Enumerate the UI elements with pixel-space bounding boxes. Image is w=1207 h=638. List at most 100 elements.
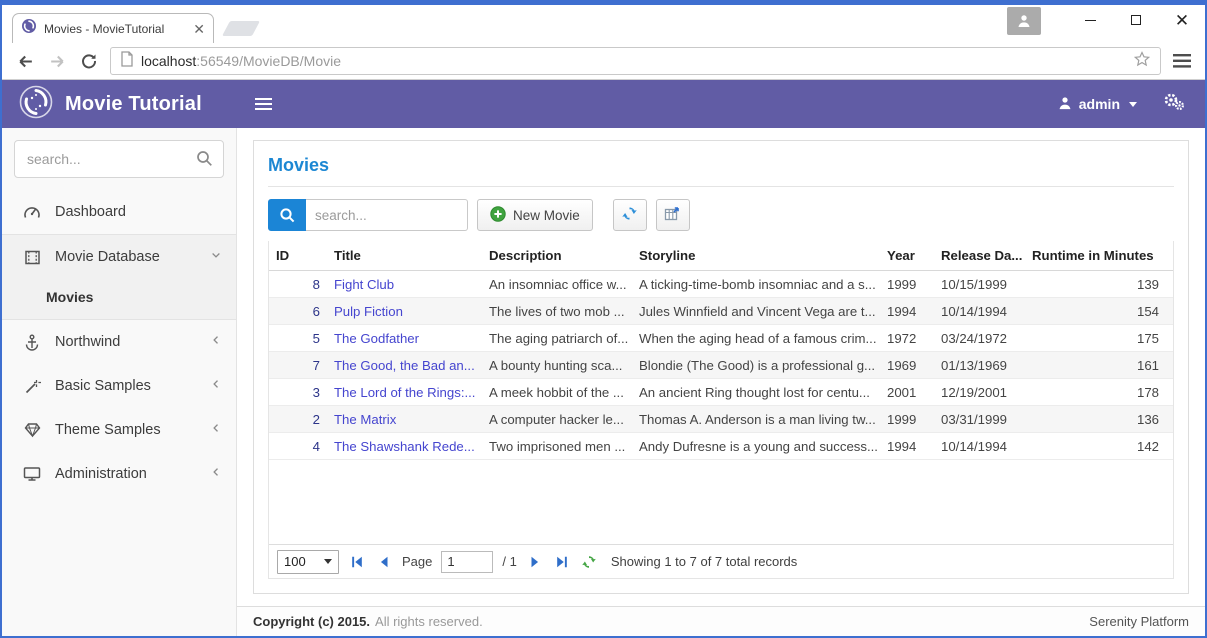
search-icon: [196, 150, 213, 172]
cell-runtime: 175: [1022, 331, 1173, 346]
column-header-storyline[interactable]: Storyline: [632, 248, 880, 263]
sidebar-item-theme-samples[interactable]: Theme Samples: [2, 408, 236, 452]
sidebar-item-movie-database[interactable]: Movie Database: [2, 235, 236, 279]
user-icon: [1058, 96, 1072, 113]
settings-gears-icon[interactable]: [1163, 92, 1185, 116]
sidebar-item-dashboard[interactable]: Dashboard: [2, 190, 236, 234]
table-row: 3 The Lord of the Rings:... A meek hobbi…: [269, 379, 1173, 406]
tab-title: Movies - MovieTutorial: [44, 22, 186, 36]
cell-id[interactable]: 3: [269, 385, 327, 400]
column-picker-button[interactable]: [656, 199, 690, 231]
column-picker-icon: [664, 205, 681, 225]
cell-id[interactable]: 8: [269, 277, 327, 292]
url-path: :56549/MovieDB/Movie: [196, 53, 341, 69]
cell-id[interactable]: 4: [269, 439, 327, 454]
cell-runtime: 161: [1022, 358, 1173, 373]
cell-storyline: Jules Winnfield and Vincent Vega are t..…: [632, 304, 880, 319]
movies-panel: Movies New Movi: [253, 140, 1189, 594]
cell-id[interactable]: 5: [269, 331, 327, 346]
browser-window: Movies - MovieTutorial ✕ ✕ localhost: [0, 0, 1207, 638]
browser-tab[interactable]: Movies - MovieTutorial ✕: [12, 13, 214, 43]
table-row: 2 The Matrix A computer hacker le... Tho…: [269, 406, 1173, 433]
cell-storyline: Andy Dufresne is a young and success...: [632, 439, 880, 454]
title-divider: [268, 186, 1174, 187]
sidebar-group-movie-database: Movie Database Movies: [2, 234, 236, 320]
profile-avatar[interactable]: [1007, 7, 1041, 35]
cell-title[interactable]: The Matrix: [327, 412, 482, 427]
column-header-year[interactable]: Year: [880, 248, 934, 263]
cell-release-date: 03/24/1972: [934, 331, 1022, 346]
back-icon[interactable]: [14, 50, 36, 72]
cell-title[interactable]: The Shawshank Rede...: [327, 439, 482, 454]
address-bar[interactable]: localhost:56549/MovieDB/Movie: [110, 47, 1161, 75]
user-menu[interactable]: admin: [1058, 96, 1137, 113]
cell-runtime: 178: [1022, 385, 1173, 400]
cell-description: Two imprisoned men ...: [482, 439, 632, 454]
column-header-id[interactable]: ID: [269, 248, 327, 263]
first-page-icon[interactable]: [348, 553, 366, 571]
bookmark-star-icon[interactable]: [1133, 50, 1151, 73]
sidebar-search-input[interactable]: [14, 140, 224, 178]
tab-close-icon[interactable]: ✕: [193, 22, 205, 36]
cell-runtime: 154: [1022, 304, 1173, 319]
grid-refresh-button[interactable]: [613, 199, 647, 231]
close-button[interactable]: ✕: [1159, 5, 1205, 35]
cell-year: 2001: [880, 385, 934, 400]
caret-down-icon: [1129, 102, 1137, 107]
cell-release-date: 10/15/1999: [934, 277, 1022, 292]
new-movie-label: New Movie: [513, 208, 580, 223]
last-page-icon[interactable]: [553, 553, 571, 571]
chevron-left-icon: [210, 422, 222, 438]
grid-toolbar: New Movie: [268, 199, 1174, 231]
column-header-title[interactable]: Title: [327, 248, 482, 263]
minimize-button[interactable]: [1067, 5, 1113, 35]
cell-release-date: 10/14/1994: [934, 304, 1022, 319]
page-title: Movies: [268, 155, 1174, 176]
maximize-button[interactable]: [1113, 5, 1159, 35]
sidebar-item-movies[interactable]: Movies: [2, 279, 236, 315]
next-page-icon[interactable]: [526, 553, 544, 571]
page-size-select[interactable]: 100: [277, 550, 339, 574]
desktop-icon: [22, 466, 42, 482]
pager-status: Showing 1 to 7 of 7 total records: [611, 554, 797, 569]
sidebar-item-basic-samples[interactable]: Basic Samples: [2, 364, 236, 408]
table-row: 4 The Shawshank Rede... Two imprisoned m…: [269, 433, 1173, 460]
app-footer: Copyright (c) 2015. All rights reserved.…: [237, 606, 1205, 636]
pager-refresh-icon[interactable]: [580, 553, 598, 571]
column-header-runtime[interactable]: Runtime in Minutes: [1022, 248, 1173, 263]
cell-release-date: 10/14/1994: [934, 439, 1022, 454]
cell-title[interactable]: The Godfather: [327, 331, 482, 346]
column-header-release-date[interactable]: Release Da...: [934, 248, 1022, 263]
previous-page-icon[interactable]: [375, 553, 393, 571]
sidebar-item-label: Northwind: [55, 334, 120, 350]
cell-title[interactable]: Fight Club: [327, 277, 482, 292]
sidebar-item-administration[interactable]: Administration: [2, 452, 236, 496]
column-header-description[interactable]: Description: [482, 248, 632, 263]
new-movie-button[interactable]: New Movie: [477, 199, 593, 231]
page-label: Page: [402, 554, 432, 569]
grid-search-input[interactable]: [306, 199, 468, 231]
grid-body: 8 Fight Club An insomniac office w... A …: [269, 271, 1173, 544]
anchor-icon: [22, 334, 42, 351]
sidebar-item-northwind[interactable]: Northwind: [2, 320, 236, 364]
forward-icon[interactable]: [46, 50, 68, 72]
cell-id[interactable]: 6: [269, 304, 327, 319]
window-controls: ✕: [1007, 5, 1205, 39]
cell-title[interactable]: Pulp Fiction: [327, 304, 482, 319]
cell-title[interactable]: The Lord of the Rings:...: [327, 385, 482, 400]
grid-header: ID Title Description Storyline Year Rele…: [269, 241, 1173, 271]
copyright-rest: All rights reserved.: [375, 614, 483, 629]
cell-description: An insomniac office w...: [482, 277, 632, 292]
cell-runtime: 139: [1022, 277, 1173, 292]
page-number-input[interactable]: [441, 551, 493, 573]
sidebar-toggle-icon[interactable]: [255, 98, 272, 110]
cell-id[interactable]: 2: [269, 412, 327, 427]
chrome-menu-icon[interactable]: [1171, 50, 1193, 72]
cell-description: The lives of two mob ...: [482, 304, 632, 319]
cell-id[interactable]: 7: [269, 358, 327, 373]
refresh-icon[interactable]: [78, 50, 100, 72]
cell-title[interactable]: The Good, the Bad an...: [327, 358, 482, 373]
new-tab-button[interactable]: [222, 21, 260, 36]
grid-search-button[interactable]: [268, 199, 306, 231]
add-icon: [490, 206, 506, 225]
